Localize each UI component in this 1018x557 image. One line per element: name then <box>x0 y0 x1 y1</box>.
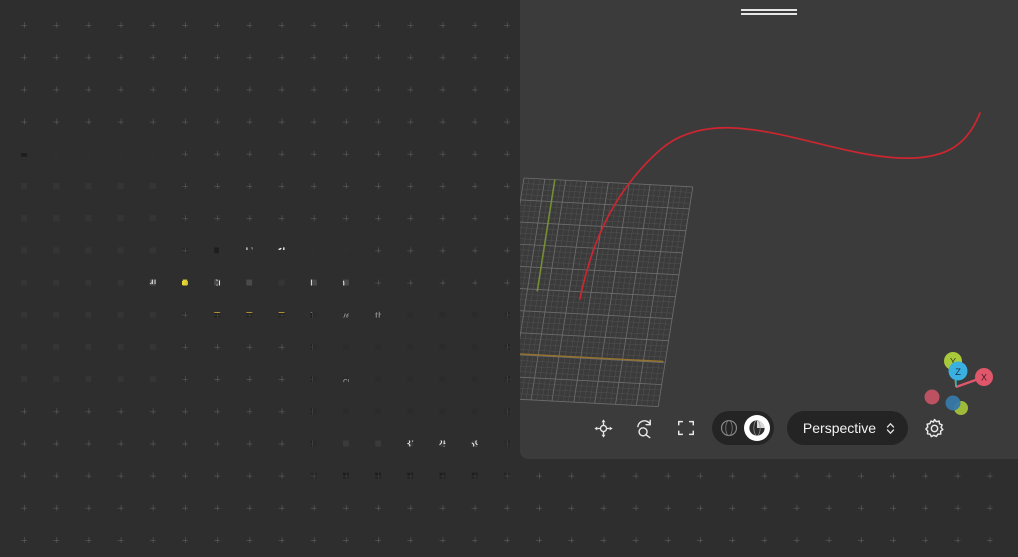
inspector-description-value: Curve length <box>326 391 494 405</box>
node-interpolate-header[interactable]: Interpolate <box>2 148 177 178</box>
projection-select[interactable]: Perspective <box>787 411 908 445</box>
port-pin-degree[interactable] <box>0 221 5 247</box>
gear-icon[interactable] <box>919 413 949 443</box>
sphere-shaded-icon[interactable] <box>744 415 770 441</box>
refresh-zoom-icon[interactable] <box>630 413 660 443</box>
node-interpolate-menu-button[interactable] <box>158 154 169 173</box>
inspector-type-key: Type <box>326 334 494 345</box>
port-row[interactable]: Point 2 <box>2 282 177 314</box>
port-inspector-panel: curveLength Type Number Description Curv… <box>312 296 508 472</box>
viewport-toolbar: Perspective <box>520 411 1018 445</box>
gizmo-axis-z-neg <box>946 396 961 411</box>
node-curve-length-body: Curve Length <box>191 261 364 312</box>
port-label-degree[interactable]: Degree <box>10 223 70 245</box>
port-row[interactable]: Degree <box>2 218 177 250</box>
port-label-length-output[interactable]: Length <box>299 273 356 295</box>
port-label-curve-output[interactable]: Curve <box>128 270 181 292</box>
port-label-point-4[interactable]: Point 4 <box>10 351 68 373</box>
port-pin-length-output[interactable] <box>361 271 366 297</box>
port-row[interactable]: Point 1 <box>2 250 177 282</box>
port-row[interactable]: Point 3 <box>2 314 177 346</box>
node-link-curve-to-curve[interactable] <box>176 268 200 298</box>
port-row[interactable]: Curve Length <box>191 268 364 300</box>
inspector-value-number: 187.81697257945962 <box>382 433 494 457</box>
sphere-wireframe-icon[interactable] <box>716 415 742 441</box>
number-type-dot <box>326 353 333 360</box>
node-curve-length-header[interactable]: Curve Length <box>191 231 364 261</box>
projection-select-label: Perspective <box>803 420 876 436</box>
gizmo-label-x: X <box>981 373 987 383</box>
node-curve-length-menu-button[interactable] <box>345 237 356 256</box>
port-pin-boolean[interactable] <box>0 189 5 215</box>
inspector-id-label: curveLength <box>326 310 494 322</box>
scene-grid <box>520 178 693 407</box>
viewport-3d[interactable]: X Y Z <box>520 0 1018 459</box>
pan-move-icon[interactable] <box>589 413 619 443</box>
inspector-value-key: Value <box>326 418 494 429</box>
port-pin-curve-input[interactable] <box>189 271 194 297</box>
port-label-point-2[interactable]: Point 2 <box>10 287 68 309</box>
axis-line-x <box>520 353 663 362</box>
port-label-point-1[interactable]: Point 1 <box>10 255 68 277</box>
port-pin-point-4[interactable] <box>0 349 5 375</box>
port-pin-point-3[interactable] <box>0 317 5 343</box>
inspector-type-value: Number <box>340 349 384 363</box>
port-label-point-3[interactable]: Point 3 <box>10 319 68 341</box>
curve-length-icon <box>198 236 219 257</box>
inspector-type-value-row: Number <box>326 349 494 363</box>
gizmo-label-z: Z <box>955 367 961 378</box>
interpolate-curve-icon <box>9 153 30 174</box>
node-interpolate[interactable]: Interpolate Boolean Degree Point 1 Point… <box>2 148 177 390</box>
node-curve-length[interactable]: Curve Length Curve Length <box>190 230 365 313</box>
gizmo-axis-x-neg <box>925 390 940 405</box>
node-interpolate-body: Boolean Degree Point 1 Point 2 Point 3 P… <box>2 178 177 390</box>
inspector-description-key: Description <box>326 376 494 387</box>
inspector-value-index: 0 <box>326 433 382 457</box>
node-interpolate-title: Interpolate <box>39 156 104 170</box>
node-curve-length-title: Curve Length <box>228 239 310 253</box>
fit-frame-icon[interactable] <box>671 413 701 443</box>
port-pin-point-1[interactable] <box>0 253 5 279</box>
port-row[interactable]: Point 4 <box>2 346 177 378</box>
port-row[interactable]: Boolean <box>2 186 177 218</box>
axis-gizmo[interactable]: X Y Z <box>918 347 996 419</box>
port-label-boolean[interactable]: Boolean <box>10 191 74 213</box>
port-pin-point-2[interactable] <box>0 285 5 311</box>
port-label-curve-input[interactable]: Curve <box>199 273 252 295</box>
shading-mode-group <box>712 411 774 445</box>
chevron-updown-icon[interactable] <box>886 422 895 435</box>
inspector-value-row: 0 187.81697257945962 <box>326 433 494 457</box>
